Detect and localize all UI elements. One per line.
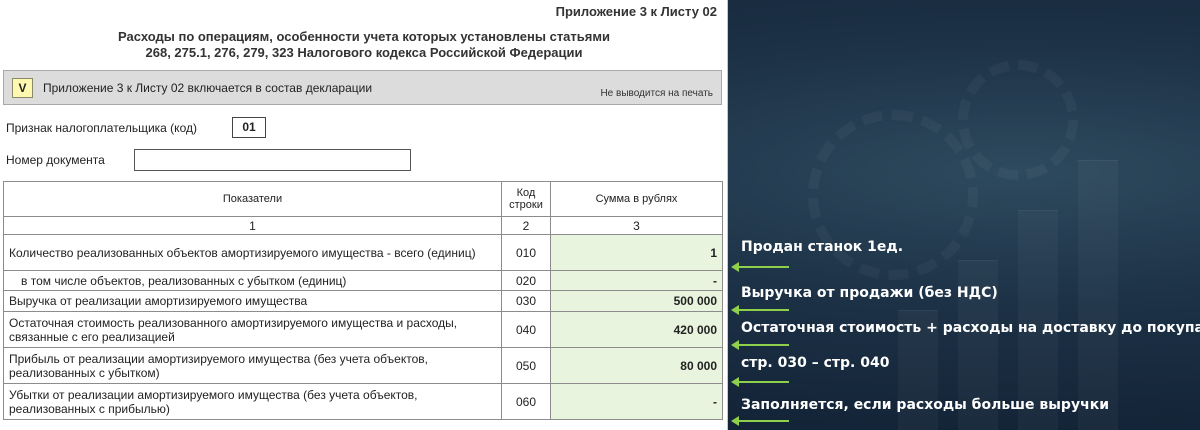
row-label: Прибыль от реализации амортизируемого им…: [3, 347, 502, 384]
form-title: Расходы по операциям, особенности учета …: [0, 29, 727, 61]
row-label: Остаточная стоимость реализованного амор…: [3, 311, 502, 348]
row-value-input[interactable]: 80 000: [550, 347, 723, 384]
header-code-line1: Код: [516, 187, 536, 199]
header-amount: Сумма в рублях: [550, 181, 723, 217]
row-value-input[interactable]: -: [550, 383, 723, 420]
table-row: Выручка от реализации амортизируемого им…: [3, 290, 723, 312]
appendix-title: Приложение 3 к Листу 02: [555, 4, 717, 19]
bar-decoration: [1078, 160, 1118, 430]
table-row: в том числе объектов, реализованных с уб…: [3, 270, 723, 291]
taxpayer-sign-field[interactable]: 01: [232, 117, 266, 138]
column-numbers-row: 1 2 3: [3, 216, 723, 235]
doc-number-label: Номер документа: [6, 153, 105, 167]
indicators-table: Показатели Код строки Сумма в рублях 1 2…: [3, 181, 723, 420]
declaration-form: Приложение 3 к Листу 02 Расходы по опера…: [0, 0, 728, 430]
table-row: Остаточная стоимость реализованного амор…: [3, 311, 723, 348]
table-row: Убытки от реализации амортизируемого иму…: [3, 383, 723, 420]
column-number: 1: [3, 216, 502, 235]
annotation-revenue: Выручка от продажи (без НДС): [741, 285, 998, 301]
include-label: Приложение 3 к Листу 02 включается в сос…: [43, 81, 373, 95]
arrow-left-icon: [731, 305, 791, 315]
column-number: 3: [550, 216, 723, 235]
row-code: 040: [501, 311, 551, 348]
row-code: 060: [501, 383, 551, 420]
header-code: Код строки: [501, 181, 551, 217]
doc-number-input[interactable]: [134, 149, 411, 171]
taxpayer-sign-label: Признак налогоплательщика (код): [6, 121, 197, 135]
no-print-note: Не выводится на печать: [600, 88, 713, 99]
arrow-left-icon: [731, 416, 791, 426]
gear-decoration-icon: [958, 60, 1078, 180]
table-header-row: Показатели Код строки Сумма в рублях: [3, 181, 723, 217]
row-code: 020: [501, 270, 551, 291]
table-row: Прибыль от реализации амортизируемого им…: [3, 347, 723, 384]
annotation-profit-formula: стр. 030 – стр. 040: [741, 355, 890, 371]
form-title-line1: Расходы по операциям, особенности учета …: [118, 29, 610, 44]
table-row: Количество реализованных объектов аморти…: [3, 234, 723, 271]
row-code: 010: [501, 234, 551, 271]
include-in-declaration-bar: V Приложение 3 к Листу 02 включается в с…: [3, 70, 722, 105]
row-value-input[interactable]: -: [550, 270, 723, 291]
row-value-input[interactable]: 500 000: [550, 290, 723, 312]
arrow-left-icon: [731, 262, 791, 272]
row-label: Выручка от реализации амортизируемого им…: [3, 290, 502, 312]
arrow-left-icon: [731, 377, 791, 387]
form-title-line2: 268, 275.1, 276, 279, 323 Налогового код…: [145, 45, 583, 60]
annotation-loss-note: Заполняется, если расходы больше выручки: [741, 397, 1110, 413]
header-code-line2: строки: [509, 199, 543, 211]
row-label: Убытки от реализации амортизируемого иму…: [3, 383, 502, 420]
annotation-residual-value: Остаточная стоимость + расходы на достав…: [741, 320, 1200, 336]
arrow-left-icon: [731, 340, 791, 350]
include-checkbox[interactable]: V: [12, 78, 33, 98]
row-code: 030: [501, 290, 551, 312]
header-indicators: Показатели: [3, 181, 502, 217]
row-label: в том числе объектов, реализованных с уб…: [3, 270, 502, 291]
annotation-sold-machine: Продан станок 1ед.: [741, 239, 904, 255]
row-code: 050: [501, 347, 551, 384]
column-number: 2: [501, 216, 551, 235]
row-label: Количество реализованных объектов аморти…: [3, 234, 502, 271]
row-value-input[interactable]: 420 000: [550, 311, 723, 348]
row-value-input[interactable]: 1: [550, 234, 723, 271]
